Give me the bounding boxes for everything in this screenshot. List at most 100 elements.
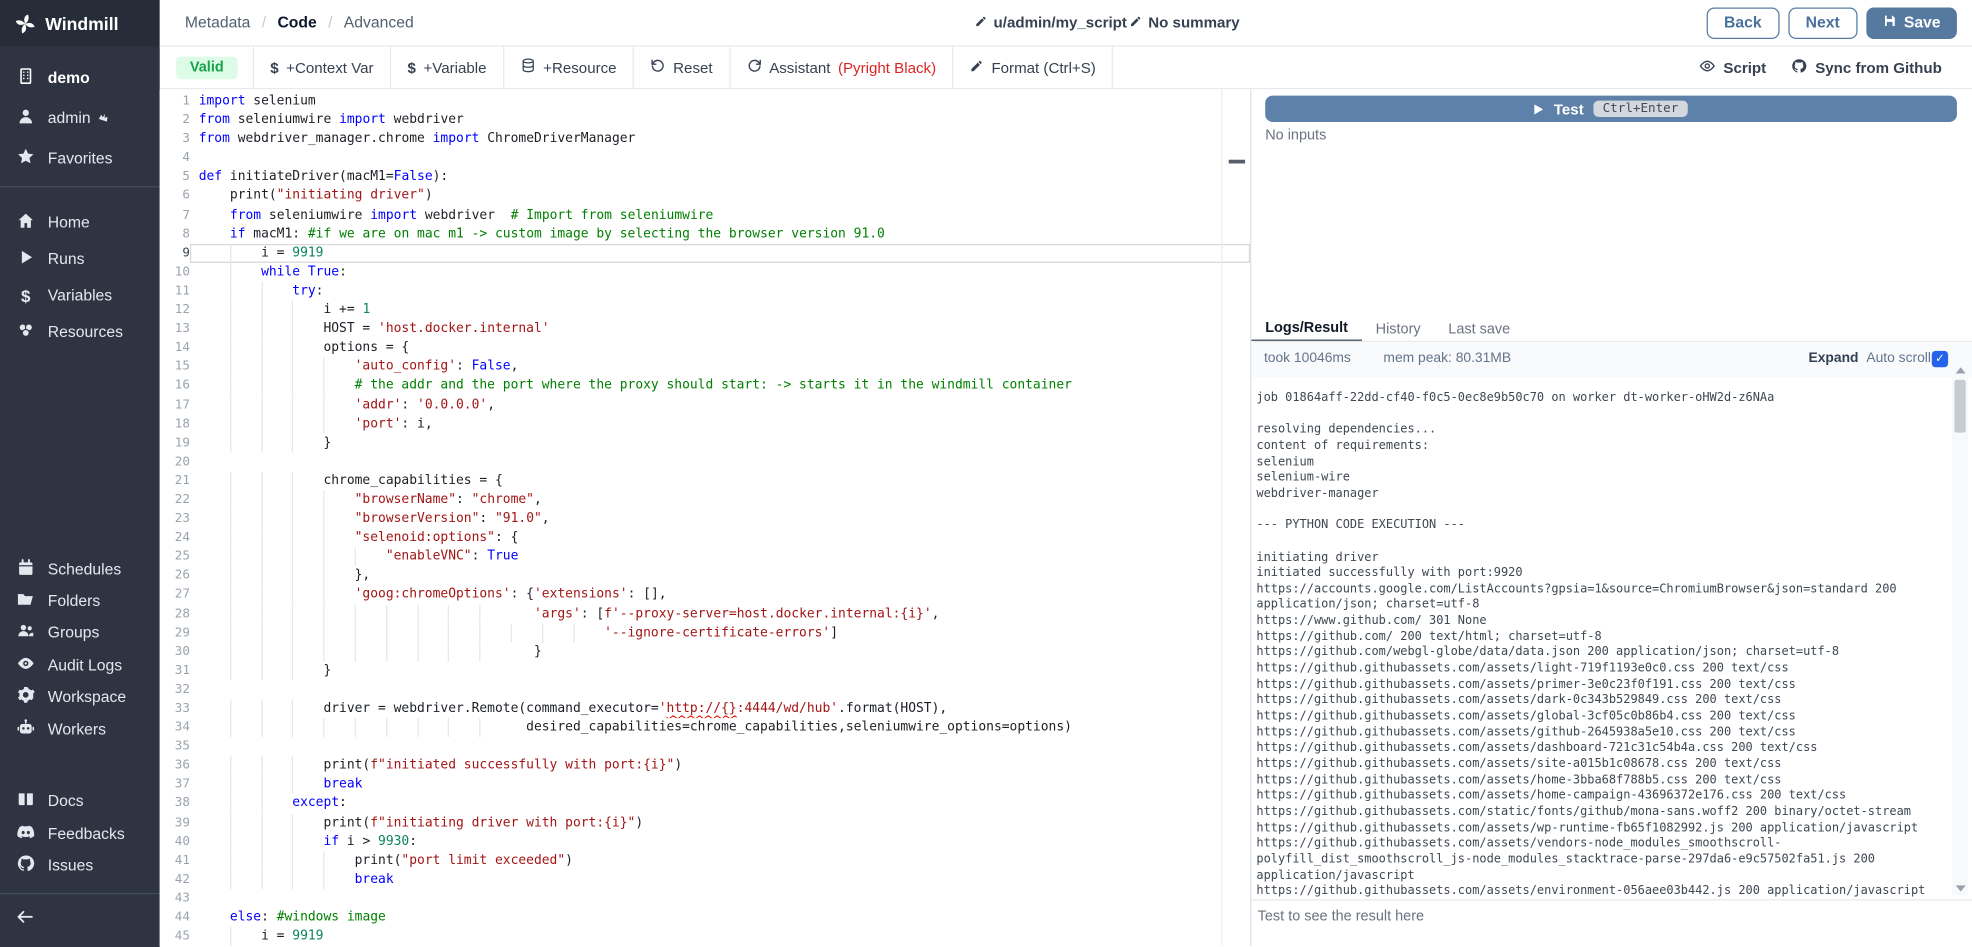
code-line[interactable]: 10 while True: xyxy=(160,263,1250,282)
scroll-down-arrow-icon[interactable] xyxy=(1955,885,1965,891)
code-line[interactable]: 32 xyxy=(160,680,1250,699)
code-line[interactable]: 16 # the addr and the port where the pro… xyxy=(160,377,1250,396)
add-context-var-button[interactable]: $ +Context Var xyxy=(253,47,390,89)
workspace-selector[interactable]: demo xyxy=(0,62,160,95)
scroll-up-arrow-icon[interactable] xyxy=(1955,367,1965,373)
code-line[interactable]: 6 print("initiating driver") xyxy=(160,187,1250,206)
user-menu[interactable]: admin xyxy=(0,102,160,135)
code-line[interactable]: 39 print(f"initiating driver with port:{… xyxy=(160,813,1250,832)
code-line[interactable]: 11 try: xyxy=(160,282,1250,301)
collapse-sidebar-button[interactable] xyxy=(15,907,35,933)
github-icon xyxy=(1791,57,1807,77)
code-line[interactable]: 27 'goog:chromeOptions': {'extensions': … xyxy=(160,585,1250,604)
sidebar-item-label: Folders xyxy=(48,592,100,610)
code-line[interactable]: 1import selenium xyxy=(160,92,1250,111)
sidebar-item-home[interactable]: Home xyxy=(0,206,160,239)
auto-scroll-checkbox[interactable]: ✓ xyxy=(1932,351,1948,367)
sidebar-item-docs[interactable]: Docs xyxy=(0,785,160,818)
back-button[interactable]: Back xyxy=(1706,7,1779,38)
code-line[interactable]: 24 "selenoid:options": { xyxy=(160,528,1250,547)
script-preview-button[interactable]: Script xyxy=(1699,57,1766,77)
test-button[interactable]: Test Ctrl+Enter xyxy=(1265,96,1957,122)
code-line[interactable]: 4 xyxy=(160,149,1250,168)
tab-logs-result[interactable]: Logs/Result xyxy=(1251,317,1361,342)
tab-history[interactable]: History xyxy=(1362,317,1435,342)
code-line[interactable]: 17 'addr': '0.0.0.0', xyxy=(160,396,1250,415)
code-line[interactable]: 44 else: #windows image xyxy=(160,908,1250,927)
code-line[interactable]: 7 from seleniumwire import webdriver # I… xyxy=(160,206,1250,225)
app-logo[interactable]: Windmill xyxy=(0,0,160,47)
script-path[interactable]: u/admin/my_script xyxy=(975,14,1127,32)
assistant-button[interactable]: Assistant (Pyright Black) xyxy=(729,47,953,89)
code-line[interactable]: 23 "browserVersion": "91.0", xyxy=(160,509,1250,528)
sync-from-github-button[interactable]: Sync from Github xyxy=(1791,57,1942,77)
sidebar-item-workspace[interactable]: Workspace xyxy=(0,680,160,713)
sidebar-item-audit-logs[interactable]: Audit Logs xyxy=(0,648,160,681)
code-line[interactable]: 18 'port': i, xyxy=(160,415,1250,434)
save-button[interactable]: Save xyxy=(1866,7,1957,38)
sidebar-item-feedbacks[interactable]: Feedbacks xyxy=(0,817,160,850)
reset-button[interactable]: Reset xyxy=(633,47,729,89)
code-line[interactable]: 5def initiateDriver(macM1=False): xyxy=(160,168,1250,187)
code-line[interactable]: 22 "browserName": "chrome", xyxy=(160,490,1250,509)
logs-scrollbar-thumb[interactable] xyxy=(1954,380,1965,433)
next-button[interactable]: Next xyxy=(1788,7,1857,38)
line-number: 40 xyxy=(160,832,190,851)
code-editor[interactable]: 1import selenium2from seleniumwire impor… xyxy=(160,89,1250,945)
script-summary[interactable]: No summary xyxy=(1129,14,1239,32)
code-line[interactable]: 45 i = 9919 xyxy=(160,927,1250,946)
code-line[interactable]: 9 i = 9919 xyxy=(160,244,1250,263)
expand-logs-button[interactable]: Expand xyxy=(1809,351,1859,366)
sidebar-item-workers[interactable]: Workers xyxy=(0,712,160,745)
tab-last-save[interactable]: Last save xyxy=(1434,317,1524,342)
code-line[interactable]: 34 desired_capabilities=chrome_capabilit… xyxy=(160,718,1250,737)
code-line[interactable]: 25 "enableVNC": True xyxy=(160,547,1250,566)
code-line[interactable]: 33 driver = webdriver.Remote(command_exe… xyxy=(160,699,1250,718)
code-line[interactable]: 8 if macM1: #if we are on mac m1 -> cust… xyxy=(160,225,1250,244)
code-line[interactable]: 41 print("port limit exceeded") xyxy=(160,851,1250,870)
add-resource-button[interactable]: +Resource xyxy=(503,47,633,89)
editor-scrollbar-thumb[interactable] xyxy=(1229,160,1245,164)
code-line[interactable]: 35 xyxy=(160,737,1250,756)
sidebar-item-variables[interactable]: $ Variables xyxy=(0,279,160,312)
line-number: 38 xyxy=(160,794,190,813)
code-line[interactable]: 20 xyxy=(160,452,1250,471)
add-variable-button[interactable]: $ +Variable xyxy=(390,47,503,89)
code-line[interactable]: 37 break xyxy=(160,775,1250,794)
code-line[interactable]: 26 }, xyxy=(160,566,1250,585)
tab-code[interactable]: Code xyxy=(277,14,316,32)
code-line[interactable]: 3from webdriver_manager.chrome import Ch… xyxy=(160,130,1250,149)
code-line[interactable]: 29 '--ignore-certificate-errors'] xyxy=(160,623,1250,642)
code-line[interactable]: 15 'auto_config': False, xyxy=(160,358,1250,377)
tab-metadata[interactable]: Metadata xyxy=(185,14,251,32)
code-line[interactable]: 40 if i > 9930: xyxy=(160,832,1250,851)
code-line[interactable]: 38 except: xyxy=(160,794,1250,813)
sidebar-item-groups[interactable]: Groups xyxy=(0,616,160,649)
code-line[interactable]: 36 print(f"initiated successfully with p… xyxy=(160,756,1250,775)
sidebar-item-schedules[interactable]: Schedules xyxy=(0,553,160,586)
sidebar-item-favorites[interactable]: Favorites xyxy=(0,142,160,175)
auto-scroll-label: Auto scroll xyxy=(1866,351,1931,366)
code-line[interactable]: 31 } xyxy=(160,661,1250,680)
format-button[interactable]: Format (Ctrl+S) xyxy=(952,47,1113,89)
sidebar-item-runs[interactable]: Runs xyxy=(0,243,160,276)
code-line[interactable]: 13 HOST = 'host.docker.internal' xyxy=(160,320,1250,339)
line-number: 28 xyxy=(160,604,190,623)
log-line xyxy=(1256,503,1944,519)
code-line[interactable]: 28 'args': [f'--proxy-server=host.docker… xyxy=(160,604,1250,623)
sidebar-item-resources[interactable]: Resources xyxy=(0,316,160,349)
logs-scrollbar[interactable] xyxy=(1952,363,1968,895)
code-line[interactable]: 42 break xyxy=(160,870,1250,889)
sidebar-item-folders[interactable]: Folders xyxy=(0,585,160,618)
log-line: https://github.githubassets.com/assets/d… xyxy=(1256,693,1944,709)
code-line[interactable]: 43 xyxy=(160,889,1250,908)
log-output[interactable]: job 01864aff-22dd-cf40-f0c5-0ec8e9b50c70… xyxy=(1256,377,1944,899)
tab-advanced[interactable]: Advanced xyxy=(344,14,414,32)
code-line[interactable]: 12 i += 1 xyxy=(160,301,1250,320)
code-line[interactable]: 30 } xyxy=(160,642,1250,661)
code-line[interactable]: 21 chrome_capabilities = { xyxy=(160,471,1250,490)
code-line[interactable]: 2from seleniumwire import webdriver xyxy=(160,111,1250,130)
sidebar-item-issues[interactable]: Issues xyxy=(0,849,160,882)
code-line[interactable]: 14 options = { xyxy=(160,339,1250,358)
code-line[interactable]: 19 } xyxy=(160,433,1250,452)
